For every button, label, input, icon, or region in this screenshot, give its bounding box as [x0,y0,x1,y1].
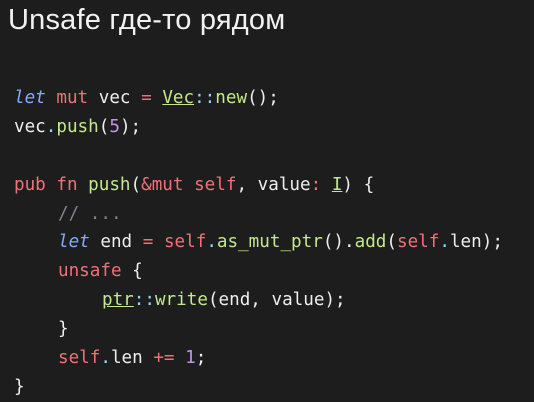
code-line: ptr::write(end, value); [14,286,503,315]
code-token: ( [386,232,397,253]
code-token: } [14,376,25,397]
code-token: self [163,232,207,253]
code-token: ptr [102,290,134,311]
code-token: push [56,116,99,137]
code-token: push [88,174,131,195]
code-token: add [354,232,387,253]
code-token: vec [88,88,142,108]
code-token: let [14,88,46,108]
code-token: end [89,232,143,253]
code-token: self [58,348,101,369]
code-token: Vec [162,88,195,108]
slide-title: Unsafe где-то рядом [8,4,286,36]
code-token: (end, value); [207,290,346,311]
code-token: } [58,319,69,340]
code-token: I [331,174,343,195]
code-token: len [110,348,154,369]
code-token: , value [236,174,311,195]
code-line: self.len += 1; [14,344,503,373]
code-token: write [154,290,208,311]
code-token: (). [322,232,355,253]
code-token: let [58,232,90,253]
code-token: ) { [342,174,375,195]
code-line: } [14,373,503,402]
code-token: ( [130,174,142,195]
code-token: &mut [141,174,184,195]
code-token: (); [247,88,279,108]
code-token: :: [194,88,216,108]
code-line: unsafe { [14,257,503,286]
code-token: . [439,232,450,253]
code-token: . [45,116,57,137]
code-token: len); [449,232,503,253]
code-token: 5 [109,116,120,137]
code-line: } [14,315,503,344]
code-token: ; [195,348,207,369]
code-token: ( [98,116,110,137]
code-token: . [206,232,217,253]
code-token: pub [14,174,46,195]
code-line: pub fn push(&mut self, value: I) { [14,171,503,200]
code-token: unsafe [58,261,122,282]
code-token: : [310,174,322,195]
code-token: += [153,348,175,369]
code-line: // ... [14,200,503,229]
code-token: . [100,348,111,369]
code-token: fn [56,174,78,195]
code-token: = [141,88,152,108]
code-token: :: [133,290,155,311]
code-token: vec [14,116,46,137]
code-token: // ... [58,203,122,224]
code-token: mut [56,88,89,108]
code-token: self [397,232,440,253]
code-token: { [121,261,143,282]
code-token: ); [119,116,142,137]
code-line: vec.push(5); [14,113,503,142]
code-token: self [194,174,237,195]
code-token: = [142,232,154,253]
code-token: 1 [185,348,196,369]
code-token: as_mut_ptr [216,232,323,253]
code-line: let mut vec = Vec::new(); [14,84,503,113]
code-block: let mut vec = Vec::new(); vec.push(5); pu… [14,84,503,402]
code-line: let end = self.as_mut_ptr().add(self.len… [14,228,503,257]
code-token: new [215,88,248,108]
